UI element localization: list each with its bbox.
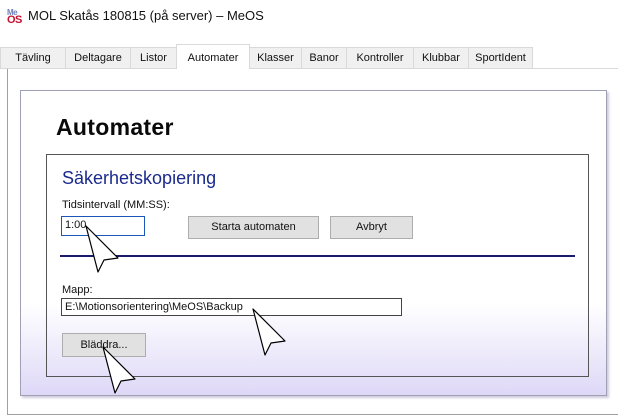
tab-tavling[interactable]: Tävling bbox=[0, 47, 66, 68]
tab-listor[interactable]: Listor bbox=[130, 47, 177, 68]
pointer-arrow-icon bbox=[102, 346, 136, 394]
pointer-arrow-icon bbox=[252, 308, 286, 356]
meos-app-icon: Me OS bbox=[7, 8, 22, 26]
window-title: MOL Skatås 180815 (på server) – MeOS bbox=[28, 8, 264, 23]
interval-label: Tidsintervall (MM:SS): bbox=[62, 199, 170, 211]
tab-deltagare[interactable]: Deltagare bbox=[65, 47, 131, 68]
tab-klubbar[interactable]: Klubbar bbox=[413, 47, 469, 68]
folder-label: Mapp: bbox=[62, 284, 93, 296]
tab-kontroller[interactable]: Kontroller bbox=[346, 47, 414, 68]
tab-automater[interactable]: Automater bbox=[176, 44, 250, 69]
tab-sportident[interactable]: SportIdent bbox=[468, 47, 533, 68]
start-automat-button[interactable]: Starta automaten bbox=[188, 216, 319, 239]
title-bar: Me OS MOL Skatås 180815 (på server) – Me… bbox=[0, 0, 618, 30]
cancel-button[interactable]: Avbryt bbox=[330, 216, 413, 239]
pointer-arrow-icon bbox=[85, 225, 119, 273]
backup-section-title: Säkerhetskopiering bbox=[62, 168, 217, 188]
tab-klasser[interactable]: Klasser bbox=[249, 47, 302, 68]
page-title: Automater bbox=[56, 114, 174, 140]
folder-path-input[interactable]: E:\Motionsorientering\MeOS\Backup bbox=[61, 298, 402, 316]
app-window: Me OS MOL Skatås 180815 (på server) – Me… bbox=[0, 0, 618, 419]
section-divider bbox=[60, 255, 575, 257]
tab-banor[interactable]: Banor bbox=[301, 47, 347, 68]
